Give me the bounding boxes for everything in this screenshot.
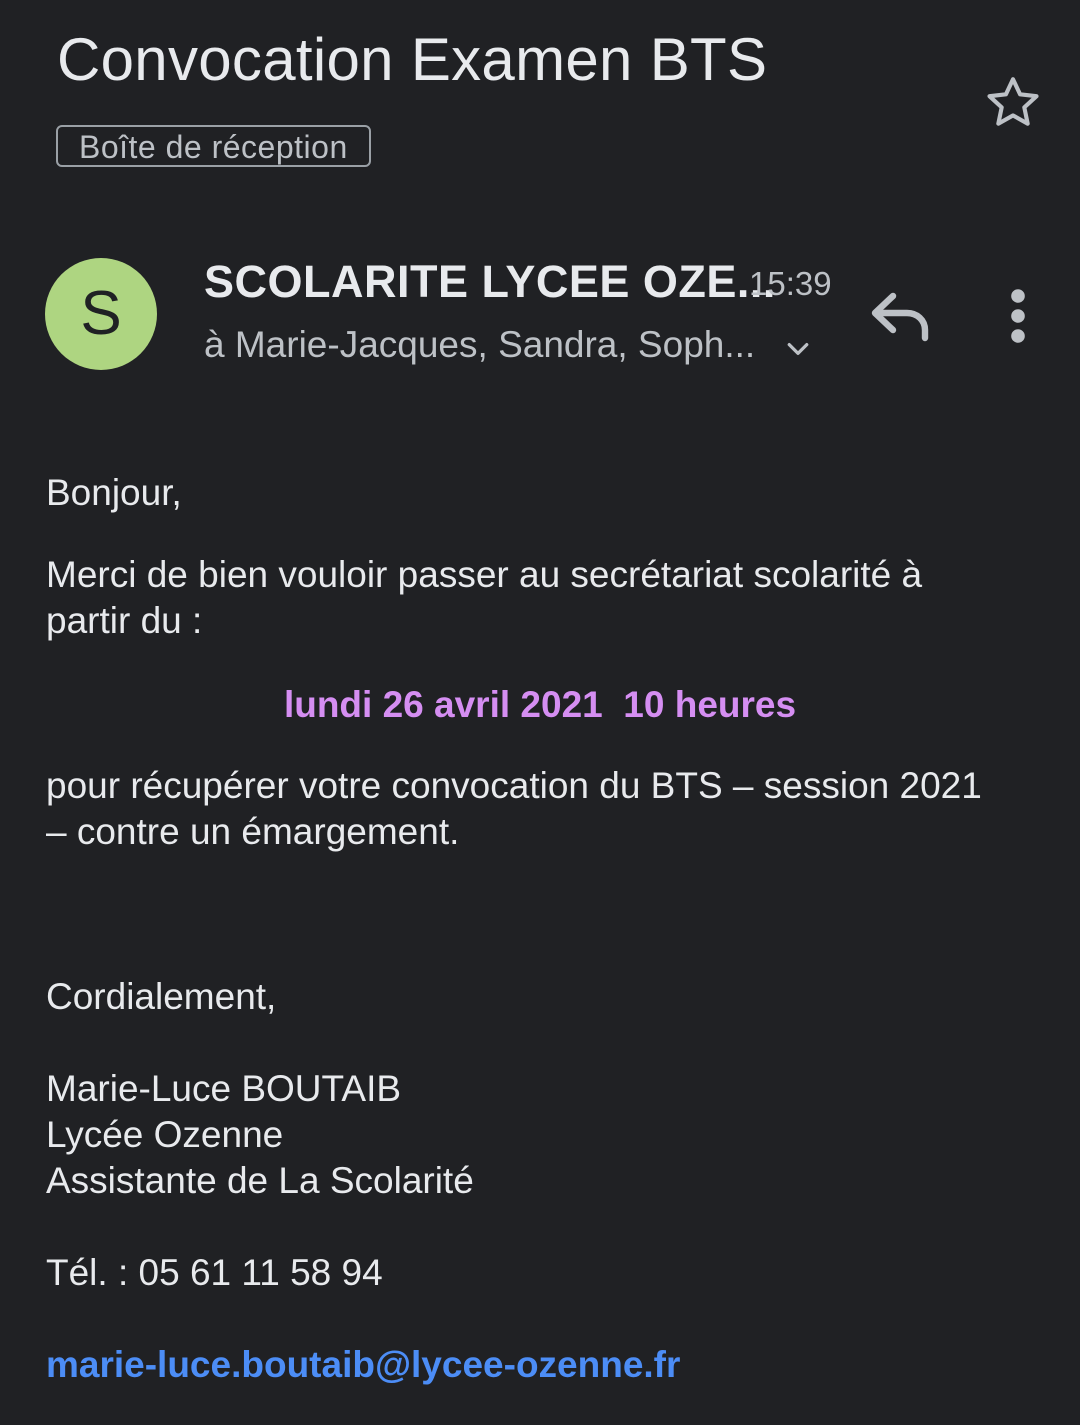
intro-line-2: partir du : [46,600,203,641]
inbox-label-chip[interactable]: Boîte de réception [56,125,371,167]
reply-icon[interactable] [869,288,933,344]
appointment-date: lundi 26 avril 2021 10 heures [283,684,797,725]
avatar-letter: S [80,279,122,348]
greeting: Bonjour, [46,472,182,513]
more-vert-icon[interactable] [1000,288,1036,344]
email-link-line: marie-luce.boutaib@lycee-ozenne.fr [46,1342,680,1388]
chevron-down-icon[interactable] [783,334,813,364]
signature-phone[interactable]: Tél. : 05 61 11 58 94 [46,1250,383,1296]
message-time: 15:39 [749,265,832,302]
purpose-line-2: – contre un émargement. [46,811,460,852]
recipients-line[interactable]: à Marie-Jacques, Sandra, Soph... [204,322,755,368]
star-icon[interactable] [982,72,1044,134]
signature-name: Marie-Luce BOUTAIB [46,1068,402,1109]
sender-avatar[interactable]: S [45,258,157,370]
signature-school: Lycée Ozenne [46,1114,284,1155]
closing: Cordialement, [46,976,277,1017]
intro-line-1: Merci de bien vouloir passer au secrétar… [46,554,923,595]
email-link[interactable]: marie-luce.boutaib@lycee-ozenne.fr [46,1344,680,1385]
signature-role: Assistante de La Scolarité [46,1160,474,1201]
inbox-label-text: Boîte de réception [79,129,348,165]
sender-name[interactable]: SCOLARITE LYCEE OZE... [204,254,776,310]
email-view: Convocation Examen BTS Boîte de réceptio… [0,0,1080,1425]
purpose-line-1: pour récupérer votre convocation du BTS … [46,765,982,806]
email-subject: Convocation Examen BTS [57,26,768,93]
